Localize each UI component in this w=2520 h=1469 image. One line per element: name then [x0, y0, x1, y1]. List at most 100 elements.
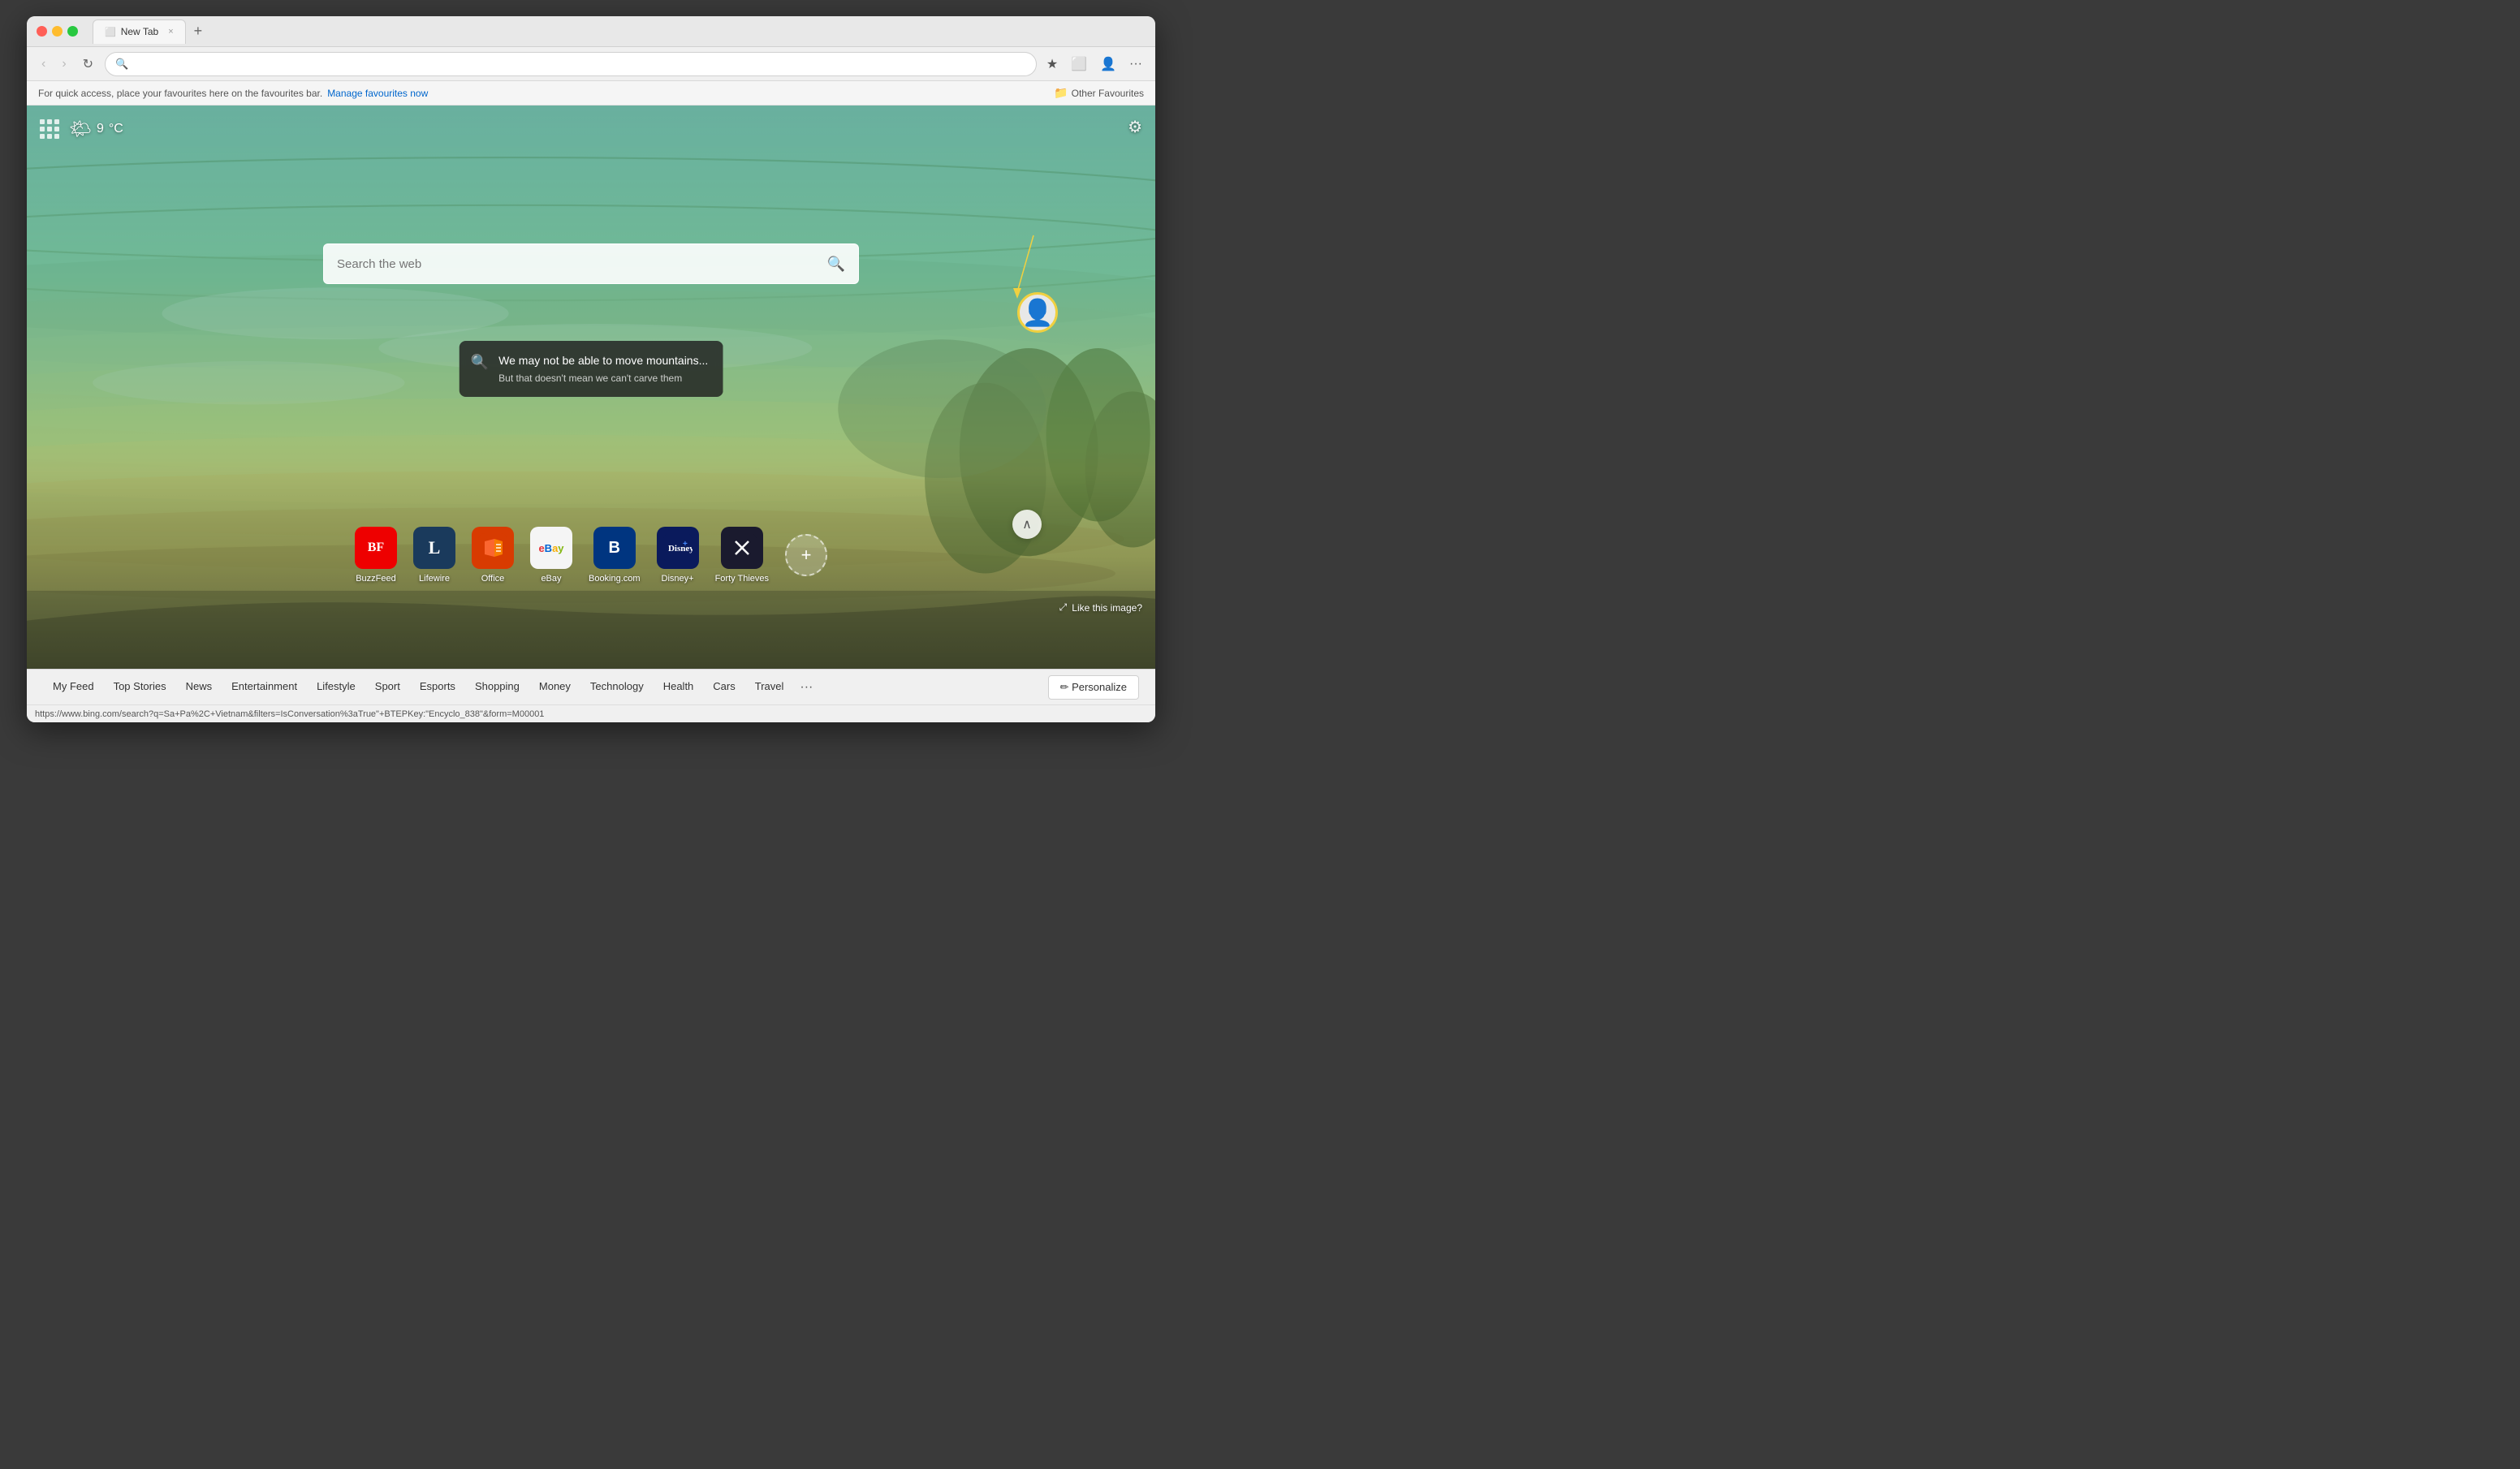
back-icon: ‹: [41, 57, 45, 71]
quick-link-office[interactable]: Office: [472, 527, 514, 584]
profile-avatar[interactable]: 👤: [1017, 292, 1058, 333]
quote-icon: 🔍: [471, 354, 489, 371]
grid-dot: [40, 134, 45, 139]
office-icon: [472, 527, 514, 569]
title-bar: ⬜ New Tab × +: [27, 16, 1155, 47]
refresh-button[interactable]: ↻: [78, 53, 98, 75]
nav-item-sport[interactable]: Sport: [365, 670, 410, 705]
tab-title: New Tab: [121, 26, 158, 37]
page-settings-button[interactable]: ⚙: [1128, 117, 1142, 137]
buzzfeed-icon: BF: [355, 527, 397, 569]
ebay-icon: eBay: [530, 527, 572, 569]
like-image[interactable]: ⤢ Like this image?: [1059, 601, 1142, 614]
grid-dot: [47, 134, 52, 139]
booking-icon: B: [593, 527, 636, 569]
tab-page-icon: ⬜: [105, 27, 116, 37]
office-label: Office: [481, 574, 505, 584]
tab-close-button[interactable]: ×: [168, 27, 173, 37]
grid-dot: [40, 119, 45, 124]
nav-item-topstories[interactable]: Top Stories: [104, 670, 176, 705]
settings-menu-button[interactable]: ···: [1126, 54, 1146, 75]
ebay-icon-text: eBay: [538, 542, 563, 554]
lifewire-label: Lifewire: [419, 574, 450, 584]
nav-item-lifestyle[interactable]: Lifestyle: [307, 670, 365, 705]
quote-sub-text: But that doesn't mean we can't carve the…: [498, 371, 708, 386]
grid-dot: [47, 119, 52, 124]
grid-dot: [47, 127, 52, 131]
favbar-message: For quick access, place your favourites …: [38, 88, 322, 99]
other-favourites[interactable]: 📁 Other Favourites: [1054, 86, 1144, 100]
address-bar[interactable]: 🔍: [105, 52, 1037, 76]
search-box[interactable]: 🔍: [323, 243, 859, 284]
fortythieves-logo-svg: [727, 533, 757, 562]
nav-item-health[interactable]: Health: [654, 670, 704, 705]
new-tab-button[interactable]: +: [189, 23, 208, 40]
back-button[interactable]: ‹: [37, 54, 50, 75]
quick-link-fortythieves[interactable]: Forty Thieves: [715, 527, 769, 584]
nav-item-travel[interactable]: Travel: [745, 670, 794, 705]
add-quick-link[interactable]: +: [785, 534, 827, 576]
search-container: 🔍: [323, 243, 859, 284]
quote-card: 🔍 We may not be able to move mountains..…: [460, 341, 723, 397]
disney-label: Disney+: [662, 574, 694, 584]
nav-bar: ‹ › ↻ 🔍 ★ ⬜ 👤 ···: [27, 47, 1155, 81]
fortythieves-label: Forty Thieves: [715, 574, 769, 584]
temperature-unit: °C: [109, 122, 123, 136]
profile-button[interactable]: 👤: [1097, 53, 1120, 75]
nav-item-money[interactable]: Money: [529, 670, 580, 705]
quick-link-lifewire[interactable]: L Lifewire: [413, 527, 455, 584]
traffic-lights: [37, 26, 78, 37]
apps-grid-button[interactable]: [40, 119, 59, 139]
avatar-icon: 👤: [1021, 297, 1054, 328]
svg-text:Disney: Disney: [668, 544, 693, 554]
fortythieves-icon: [721, 527, 763, 569]
nav-item-esports[interactable]: Esports: [410, 670, 465, 705]
quick-link-booking[interactable]: B Booking.com: [589, 527, 641, 584]
top-controls: 🌤 9 °C: [40, 118, 123, 140]
personalize-button[interactable]: ✏ Personalize: [1048, 675, 1139, 700]
nav-item-news[interactable]: News: [176, 670, 222, 705]
nav-item-shopping[interactable]: Shopping: [465, 670, 529, 705]
lifewire-icon: L: [413, 527, 455, 569]
quick-link-disney[interactable]: Disney + Disney+: [657, 527, 699, 584]
collections-icon[interactable]: ⬜: [1068, 53, 1090, 75]
forward-icon: ›: [62, 57, 66, 71]
quote-content: We may not be able to move mountains... …: [498, 352, 708, 386]
grid-dot: [40, 127, 45, 131]
bottom-nav: My Feed Top Stories News Entertainment L…: [27, 669, 1155, 704]
close-window-button[interactable]: [37, 26, 47, 37]
nav-item-entertainment[interactable]: Entertainment: [222, 670, 307, 705]
minimize-window-button[interactable]: [52, 26, 63, 37]
favourites-bar: For quick access, place your favourites …: [27, 81, 1155, 106]
quick-link-buzzfeed[interactable]: BF BuzzFeed: [355, 527, 397, 584]
nav-item-myfeed[interactable]: My Feed: [43, 670, 104, 705]
search-submit-icon[interactable]: 🔍: [827, 256, 845, 273]
grid-dot: [54, 119, 59, 124]
weather-widget[interactable]: 🌤 9 °C: [69, 118, 123, 140]
expand-icon: ⤢: [1059, 601, 1068, 614]
like-image-label: Like this image?: [1072, 602, 1142, 614]
grid-dot: [54, 134, 59, 139]
main-content: 🌤 9 °C ⚙ 🔍 🔍 We may not be able to move …: [27, 106, 1155, 669]
quick-link-ebay[interactable]: eBay eBay: [530, 527, 572, 584]
favorites-icon[interactable]: ★: [1043, 53, 1061, 75]
address-input[interactable]: [135, 58, 1026, 70]
svg-text:+: +: [683, 540, 688, 549]
more-nav-items-button[interactable]: ···: [793, 680, 819, 695]
tab-new-tab[interactable]: ⬜ New Tab ×: [93, 19, 186, 44]
scroll-up-button[interactable]: ∧: [1012, 510, 1042, 539]
manage-favourites-link[interactable]: Manage favourites now: [327, 88, 428, 99]
profile-indicator: 👤: [1017, 292, 1058, 333]
forward-button[interactable]: ›: [57, 54, 71, 75]
booking-icon-text: B: [609, 539, 620, 558]
other-favourites-label: Other Favourites: [1072, 88, 1144, 99]
quick-links: BF BuzzFeed L Lifewire: [355, 527, 827, 584]
grid-dot: [54, 127, 59, 131]
maximize-window-button[interactable]: [67, 26, 78, 37]
nav-item-technology[interactable]: Technology: [580, 670, 654, 705]
status-bar: https://www.bing.com/search?q=Sa+Pa%2C+V…: [27, 704, 1155, 722]
disney-icon: Disney +: [657, 527, 699, 569]
nav-item-cars[interactable]: Cars: [703, 670, 744, 705]
search-input[interactable]: [337, 257, 819, 271]
weather-icon: 🌤: [69, 118, 92, 140]
